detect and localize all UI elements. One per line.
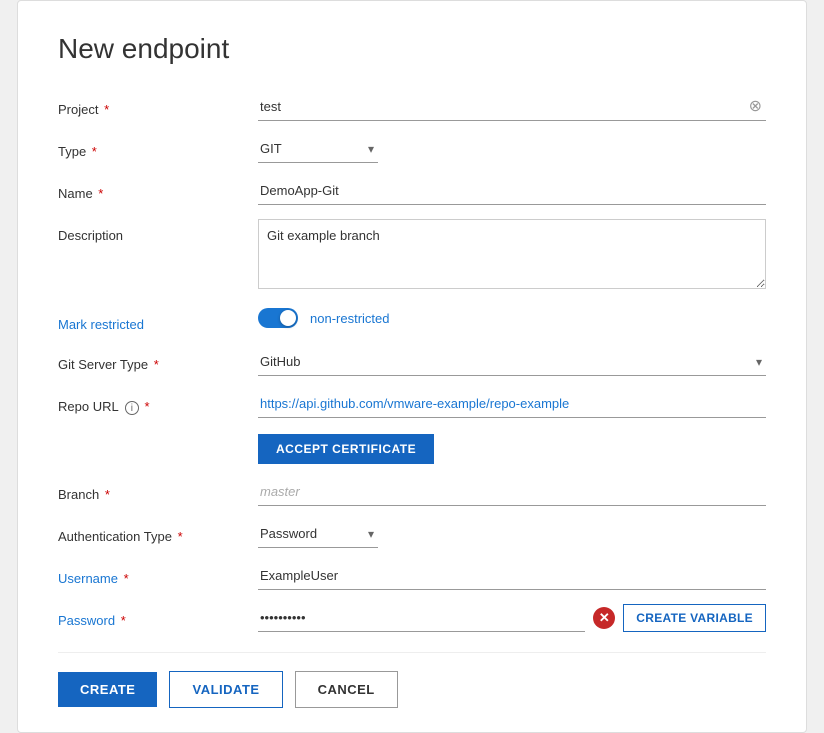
project-label: Project * [58, 93, 258, 119]
username-control [258, 562, 766, 590]
validate-button[interactable]: VALIDATE [169, 671, 282, 708]
accept-certificate-button[interactable]: ACCEPT CERTIFICATE [258, 434, 434, 464]
auth-type-control: Password Token SSH ▾ [258, 520, 766, 548]
toggle-knob [280, 310, 296, 326]
repo-url-row: Repo URL i * ACCEPT CERTIFICATE [58, 390, 766, 464]
name-row: Name * [58, 177, 766, 205]
branch-row: Branch * [58, 478, 766, 506]
username-row: Username * [58, 562, 766, 590]
footer-buttons: CREATE VALIDATE CANCEL [58, 671, 766, 708]
project-control: ⊗ [258, 93, 766, 121]
repo-url-control: ACCEPT CERTIFICATE [258, 390, 766, 464]
dialog-title: New endpoint [58, 33, 766, 65]
new-endpoint-dialog: New endpoint Project * ⊗ Type * GIT SVN … [17, 0, 807, 733]
cancel-button[interactable]: CANCEL [295, 671, 398, 708]
name-input[interactable] [258, 177, 766, 205]
auth-type-select[interactable]: Password Token SSH [258, 520, 378, 548]
password-input[interactable] [258, 604, 585, 632]
project-input[interactable] [258, 93, 766, 121]
project-row: Project * ⊗ [58, 93, 766, 121]
repo-url-input[interactable] [258, 390, 766, 418]
password-label: Password * [58, 604, 258, 630]
type-select[interactable]: GIT SVN Perforce [258, 135, 378, 163]
branch-label: Branch * [58, 478, 258, 504]
type-row: Type * GIT SVN Perforce ▾ [58, 135, 766, 163]
username-label: Username * [58, 562, 258, 588]
mark-restricted-control: non-restricted [258, 308, 766, 328]
branch-input[interactable] [258, 478, 766, 506]
type-control: GIT SVN Perforce ▾ [258, 135, 766, 163]
git-server-type-label: Git Server Type * [58, 348, 258, 374]
description-label: Description [58, 219, 258, 245]
repo-url-info-icon[interactable]: i [125, 401, 139, 415]
project-clear-icon[interactable]: ⊗ [749, 99, 762, 115]
description-row: Description Git example branch [58, 219, 766, 294]
mark-restricted-toggle[interactable] [258, 308, 298, 328]
mark-restricted-label: Mark restricted [58, 308, 258, 334]
branch-control [258, 478, 766, 506]
create-button[interactable]: CREATE [58, 672, 157, 707]
toggle-label: non-restricted [310, 311, 389, 326]
git-server-type-select[interactable]: GitHub GitLab Bitbucket [258, 348, 766, 376]
auth-type-label: Authentication Type * [58, 520, 258, 546]
description-textarea[interactable]: Git example branch [258, 219, 766, 289]
password-control: ✕ CREATE VARIABLE [258, 604, 766, 632]
git-server-type-control: GitHub GitLab Bitbucket ▾ [258, 348, 766, 376]
auth-type-row: Authentication Type * Password Token SSH… [58, 520, 766, 548]
name-label: Name * [58, 177, 258, 203]
name-control [258, 177, 766, 205]
username-input[interactable] [258, 562, 766, 590]
description-control: Git example branch [258, 219, 766, 294]
repo-url-label: Repo URL i * [58, 390, 258, 416]
git-server-type-row: Git Server Type * GitHub GitLab Bitbucke… [58, 348, 766, 376]
footer-divider [58, 652, 766, 653]
password-row: Password * ✕ CREATE VARIABLE [58, 604, 766, 632]
create-variable-button[interactable]: CREATE VARIABLE [623, 604, 766, 632]
password-error-icon: ✕ [593, 607, 615, 629]
mark-restricted-row: Mark restricted non-restricted [58, 308, 766, 334]
type-label: Type * [58, 135, 258, 161]
